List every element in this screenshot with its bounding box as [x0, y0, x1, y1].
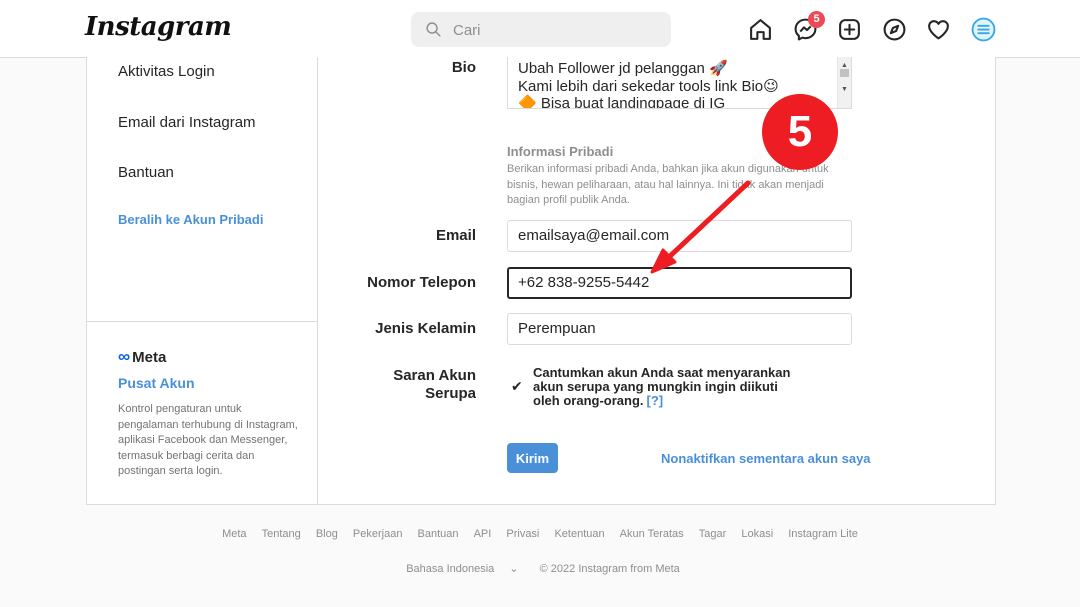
footer-link[interactable]: Blog	[316, 528, 338, 540]
gender-field[interactable]: Perempuan	[507, 313, 852, 345]
similar-accounts-checkbox[interactable]: ✔	[511, 379, 525, 393]
sidebar-divider	[87, 321, 317, 322]
footer-link[interactable]: Meta	[222, 528, 246, 540]
phone-label: Nomor Telepon	[367, 274, 476, 291]
footer-link[interactable]: Bantuan	[418, 528, 459, 540]
messages-badge: 5	[808, 11, 825, 28]
new-post-icon[interactable]	[837, 17, 862, 42]
phone-field[interactable]: +62 838-9255-5442	[507, 267, 852, 299]
sidebar-item-emails[interactable]: Email dari Instagram	[118, 114, 256, 131]
search-box[interactable]: Cari	[411, 12, 671, 47]
meta-infinity-icon: ∞	[118, 347, 131, 366]
search-icon	[426, 22, 441, 37]
footer-link[interactable]: Tentang	[262, 528, 301, 540]
profile-menu-icon[interactable]	[971, 17, 996, 42]
similar-accounts-label-2: Serupa	[425, 385, 476, 402]
accounts-center-description: Kontrol pengaturan untuk pengalaman terh…	[118, 403, 298, 477]
submit-button[interactable]: Kirim	[507, 443, 558, 473]
footer-link[interactable]: Pekerjaan	[353, 528, 403, 540]
footer-links: Meta Tentang Blog Pekerjaan Bantuan API …	[0, 528, 1080, 540]
activity-heart-icon[interactable]	[926, 17, 951, 42]
scroll-down-arrow-icon[interactable]: ▼	[841, 81, 848, 99]
accounts-center-link[interactable]: Pusat Akun	[118, 375, 195, 391]
email-label: Email	[435, 227, 476, 244]
footer-link[interactable]: Tagar	[699, 528, 727, 540]
similar-accounts-label: Saran Akun	[393, 367, 476, 384]
footer-link[interactable]: Instagram Lite	[788, 528, 858, 540]
step-number-badge: 5	[762, 94, 838, 170]
bio-line: Ubah Follower jd pelanggan 🚀	[518, 60, 728, 77]
footer-bottom: Bahasa Indonesia ⌄ © 2022 Instagram from…	[0, 562, 1080, 575]
switch-to-personal-link[interactable]: Beralih ke Akun Pribadi	[118, 212, 263, 227]
footer-link[interactable]: Lokasi	[741, 528, 773, 540]
sidebar-item-login-activity[interactable]: Aktivitas Login	[118, 63, 215, 80]
personal-info-title: Informasi Pribadi	[507, 144, 614, 159]
settings-card: Aktivitas Login Email dari Instagram Ban…	[86, 57, 996, 505]
footer-link[interactable]: Akun Teratas	[620, 528, 684, 540]
email-field[interactable]: emailsaya@email.com	[507, 220, 852, 252]
footer-link[interactable]: Ketentuan	[554, 528, 604, 540]
instagram-logo[interactable]: Instagram	[85, 12, 232, 42]
similar-accounts-text: Cantumkan akun Anda saat menyarankan aku…	[533, 365, 791, 408]
explore-icon[interactable]	[882, 17, 907, 42]
footer-link[interactable]: API	[474, 528, 492, 540]
sidebar-item-help[interactable]: Bantuan	[118, 164, 174, 181]
gender-label: Jenis Kelamin	[375, 320, 476, 337]
bio-label: Bio	[451, 59, 476, 76]
search-placeholder: Cari	[453, 22, 481, 39]
bio-scrollbar[interactable]: ▲ ▼	[837, 57, 851, 108]
meta-logo: ∞ Meta	[118, 347, 167, 366]
scroll-thumb[interactable]	[840, 69, 849, 77]
top-navigation: Instagram Cari 5	[0, 0, 1080, 58]
home-icon[interactable]	[748, 17, 773, 42]
bio-line: Kami lebih dari sekedar tools link Bio😉	[518, 77, 779, 95]
footer-link[interactable]: Privasi	[506, 528, 539, 540]
help-link[interactable]: [?]	[647, 393, 664, 408]
settings-sidebar: Aktivitas Login Email dari Instagram Ban…	[87, 57, 318, 504]
chevron-down-icon: ⌄	[509, 563, 519, 575]
copyright: © 2022 Instagram from Meta	[539, 563, 680, 575]
deactivate-account-link[interactable]: Nonaktifkan sementara akun saya	[661, 451, 871, 466]
language-selector[interactable]: Bahasa Indonesia ⌄	[400, 563, 524, 575]
